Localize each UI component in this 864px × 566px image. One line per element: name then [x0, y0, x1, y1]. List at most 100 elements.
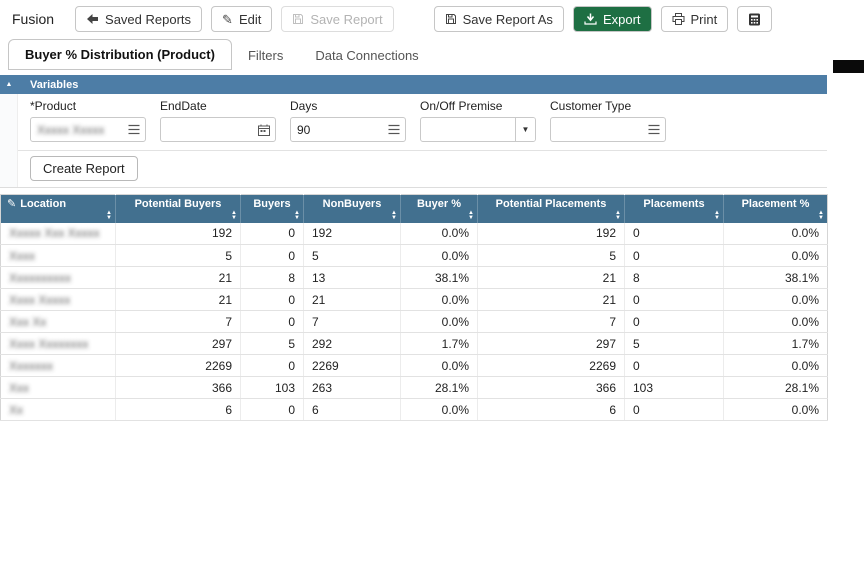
value-cell: 6: [115, 398, 241, 421]
value-cell: 2269: [303, 354, 401, 377]
value-cell: 0: [624, 244, 724, 267]
value-cell: 7: [477, 310, 625, 333]
calendar-icon[interactable]: [253, 124, 275, 136]
value-cell: 0.0%: [400, 398, 478, 421]
tab-filters[interactable]: Filters: [232, 41, 299, 70]
value-cell: 6: [477, 398, 625, 421]
table-row[interactable]: Xxxx Xxxxxxxx 297 5 292 1.7% 297 5 1.7%: [0, 332, 828, 355]
sort-icon[interactable]: ▲ ▼: [468, 210, 474, 221]
export-button[interactable]: Export: [572, 6, 652, 32]
value-cell: 5: [477, 244, 625, 267]
value-cell: 21: [115, 288, 241, 311]
pencil-icon: ✎: [222, 11, 233, 27]
calculator-tool-button[interactable]: [737, 6, 773, 32]
value-cell: 21: [477, 288, 625, 311]
column-label: Location: [20, 198, 67, 210]
button-label: Print: [690, 11, 718, 27]
table-row[interactable]: Xxxxxxx 2269 0 2269 0.0% 2269 0 0.0%: [0, 354, 828, 377]
column-header-location[interactable]: ✎ Location ▲ ▼: [0, 194, 116, 223]
column-label: Placement %: [741, 198, 810, 210]
list-icon[interactable]: [123, 124, 145, 135]
saved-reports-button[interactable]: Saved Reports: [75, 6, 203, 32]
sort-icon[interactable]: ▲ ▼: [294, 210, 300, 221]
value-cell: 0: [240, 310, 304, 333]
tab-buyer-distribution[interactable]: Buyer % Distribution (Product): [8, 39, 232, 70]
sort-icon[interactable]: ▲ ▼: [106, 210, 112, 221]
column-header-nonbuyers[interactable]: NonBuyers ▲ ▼: [303, 194, 401, 223]
sort-icon[interactable]: ▲ ▼: [714, 210, 720, 221]
collapse-arrow-icon[interactable]: ▲: [0, 81, 18, 88]
value-cell: 366: [115, 376, 241, 399]
variables-panel-header: ▲ Variables: [0, 75, 827, 94]
value-cell: 5: [624, 332, 724, 355]
customer-type-input[interactable]: [550, 117, 666, 142]
column-header-placements[interactable]: Placements ▲ ▼: [624, 194, 724, 223]
variables-fields: *Product Xxxxx Xxxxx EndDate Days 90 On/…: [18, 94, 827, 150]
save-icon: [292, 13, 304, 25]
field-customer-type: Customer Type: [550, 99, 666, 142]
value-cell: 366: [477, 376, 625, 399]
list-icon[interactable]: [383, 124, 405, 135]
table-body: Xxxxx Xxx Xxxxx 192 0 192 0.0% 192 0 0.0% Xxxx 5 0…: [0, 222, 828, 421]
sort-icon[interactable]: ▲ ▼: [615, 210, 621, 221]
value-cell: 0.0%: [723, 222, 828, 245]
print-button[interactable]: Print: [660, 6, 729, 32]
location-cell: Xxxxxxx: [0, 354, 116, 377]
input-value: Xxxxx Xxxxx: [37, 122, 105, 137]
value-cell: 7: [303, 310, 401, 333]
value-cell: 0.0%: [723, 354, 828, 377]
sort-icon[interactable]: ▲ ▼: [818, 210, 824, 221]
button-label: Save Report: [310, 11, 383, 27]
location-cell: Xxxxx Xxx Xxxxx: [0, 222, 116, 245]
field-label: EndDate: [160, 99, 207, 113]
value-cell: 21: [477, 266, 625, 289]
value-cell: 0.0%: [723, 398, 828, 421]
value-cell: 2269: [477, 354, 625, 377]
column-header-buyer-pct[interactable]: Buyer % ▲ ▼: [400, 194, 478, 223]
value-cell: 103: [240, 376, 304, 399]
table-row[interactable]: Xxxxx Xxx Xxxxx 192 0 192 0.0% 192 0 0.0%: [0, 222, 828, 245]
enddate-input[interactable]: [160, 117, 276, 142]
table-row[interactable]: Xxxx 5 0 5 0.0% 5 0 0.0%: [0, 244, 828, 267]
value-cell: 8: [624, 266, 724, 289]
save-report-button[interactable]: Save Report: [281, 6, 394, 32]
value-cell: 0: [240, 288, 304, 311]
value-cell: 38.1%: [723, 266, 828, 289]
value-cell: 263: [303, 376, 401, 399]
value-cell: 0: [624, 354, 724, 377]
list-icon[interactable]: [643, 124, 665, 135]
column-header-placement-pct[interactable]: Placement % ▲ ▼: [723, 194, 828, 223]
table-row[interactable]: Xxxxxxxxxx 21 8 13 38.1% 21 8 38.1%: [0, 266, 828, 289]
column-header-potential-buyers[interactable]: Potential Buyers ▲ ▼: [115, 194, 241, 223]
tab-data-connections[interactable]: Data Connections: [299, 41, 434, 70]
column-header-potential-placements[interactable]: Potential Placements ▲ ▼: [477, 194, 625, 223]
product-input[interactable]: Xxxxx Xxxxx: [30, 117, 146, 142]
on-off-premise-select[interactable]: ▼: [420, 117, 536, 142]
edit-button[interactable]: ✎ Edit: [211, 6, 273, 32]
value-cell: 0: [240, 398, 304, 421]
value-cell: 0.0%: [723, 288, 828, 311]
table-row[interactable]: Xxx Xx 7 0 7 0.0% 7 0 0.0%: [0, 310, 828, 333]
variables-title: Variables: [30, 78, 79, 91]
input-value: 90: [297, 122, 311, 137]
table-row[interactable]: Xxx 366 103 263 28.1% 366 103 28.1%: [0, 376, 828, 399]
column-header-buyers[interactable]: Buyers ▲ ▼: [240, 194, 304, 223]
sort-icon[interactable]: ▲ ▼: [231, 210, 237, 221]
value-cell: 0: [624, 288, 724, 311]
value-cell: 21: [115, 266, 241, 289]
table-row[interactable]: Xx 6 0 6 0.0% 6 0 0.0%: [0, 398, 828, 421]
create-report-row: Create Report: [18, 150, 827, 187]
sort-icon[interactable]: ▲ ▼: [391, 210, 397, 221]
value-cell: 6: [303, 398, 401, 421]
save-report-as-button[interactable]: Save Report As: [433, 6, 564, 32]
table-row[interactable]: Xxxx Xxxxx 21 0 21 0.0% 21 0 0.0%: [0, 288, 828, 311]
value-cell: 1.7%: [723, 332, 828, 355]
location-cell: Xxxx Xxxxx: [0, 288, 116, 311]
value-cell: 0.0%: [723, 310, 828, 333]
chevron-down-icon[interactable]: ▼: [515, 118, 535, 141]
panel-left-rail: [0, 94, 18, 187]
days-input[interactable]: 90: [290, 117, 406, 142]
create-report-button[interactable]: Create Report: [30, 156, 138, 181]
value-cell: 0: [624, 310, 724, 333]
location-cell: Xxx: [0, 376, 116, 399]
